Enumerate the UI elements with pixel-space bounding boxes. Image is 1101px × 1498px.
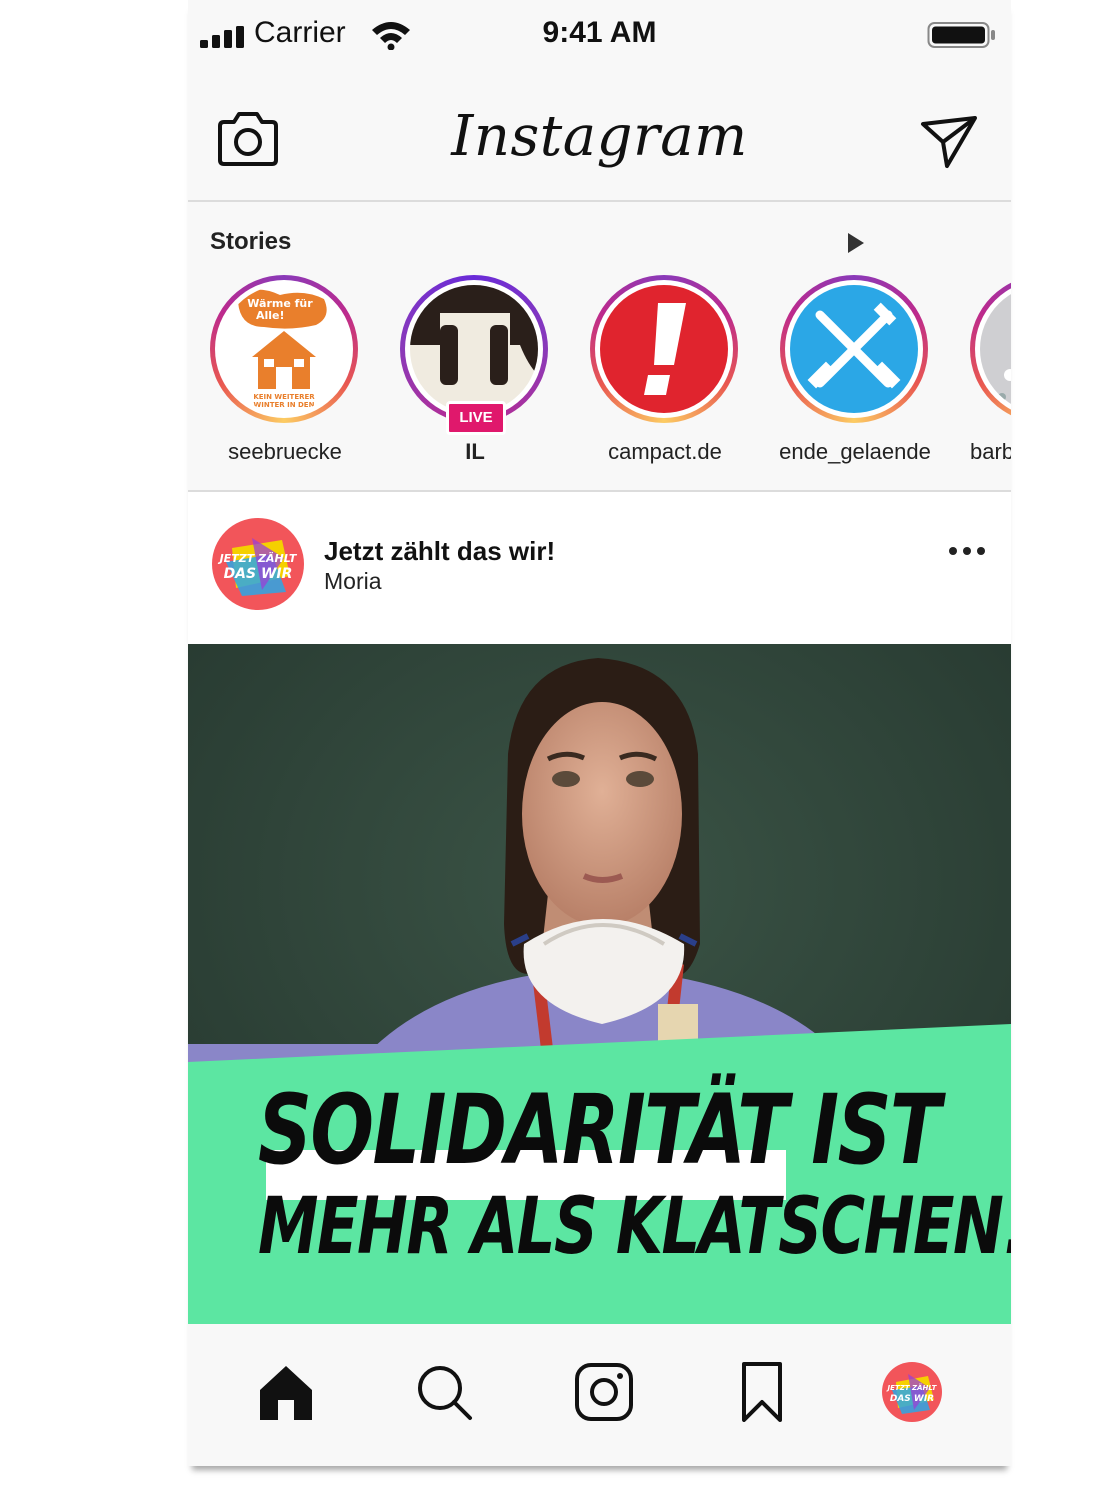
home-icon[interactable]: [256, 1362, 316, 1422]
avatar: [980, 285, 1011, 413]
more-options-icon[interactable]: [947, 544, 987, 558]
headline-line-2: MEHR ALS KLATSCHEN!: [258, 1182, 1011, 1272]
story-seebruecke[interactable]: Wärme für Alle! KEIN WEITERER WINTER IN …: [210, 275, 360, 464]
search-icon[interactable]: [414, 1362, 474, 1422]
svg-text:DAS WIR: DAS WIR: [224, 566, 293, 582]
story-ring: Wärme für Alle! KEIN WEITERER WINTER IN …: [210, 275, 358, 423]
status-bar: Carrier 9:41 AM: [188, 0, 1011, 70]
svg-text:KEIN WEITERER: KEIN WEITERER: [253, 393, 315, 401]
post-author-name[interactable]: Jetzt zählt das wir!: [324, 536, 555, 567]
stories-tray: Stories Wärme für Alle! KEIN WEITERER WI…: [188, 202, 1011, 492]
post-author-avatar[interactable]: JETZT ZÄHLT DAS WIR: [212, 518, 304, 610]
story-label: IL: [465, 439, 485, 464]
headline-line-1: SOLIDARITÄT IST: [258, 1074, 941, 1186]
top-nav: Instagram: [188, 70, 1011, 202]
avatar: [410, 285, 538, 413]
story-il[interactable]: LIVE IL: [400, 275, 550, 464]
profile-avatar[interactable]: JETZT ZÄHLT DAS WIR: [882, 1362, 942, 1422]
story-label: campact.de: [608, 439, 722, 464]
story-label: seebruecke: [228, 439, 342, 464]
story-campact[interactable]: campact.de: [590, 275, 740, 464]
story-ring: [780, 275, 928, 423]
bookmark-icon[interactable]: [732, 1362, 792, 1422]
direct-message-icon[interactable]: [919, 112, 979, 172]
avatar: [790, 285, 918, 413]
svg-text:DAS WIR: DAS WIR: [890, 1394, 934, 1404]
post-header: JETZT ZÄHLT DAS WIR Jetzt zählt das wir!…: [188, 492, 1011, 644]
story-ring: [970, 275, 1011, 423]
play-all-icon[interactable]: [846, 232, 866, 254]
svg-text:JETZT ZÄHLT: JETZT ZÄHLT: [886, 1383, 938, 1392]
svg-text:JETZT ZÄHLT: JETZT ZÄHLT: [218, 551, 298, 565]
instagram-logo: Instagram: [451, 104, 748, 169]
stories-title: Stories: [210, 228, 292, 255]
story-barb[interactable]: barb: [970, 275, 1011, 464]
svg-text:WINTER IN DEN: WINTER IN DEN: [254, 401, 315, 409]
story-ring: [590, 275, 738, 423]
post-location[interactable]: Moria: [324, 568, 382, 595]
story-ende-gelaende[interactable]: ende_gelaende: [779, 275, 931, 464]
clock: 9:41 AM: [542, 16, 657, 49]
camera-icon[interactable]: [574, 1362, 634, 1422]
story-label: barb: [970, 439, 1011, 464]
bottom-tab-bar: JETZT ZÄHLT DAS WIR: [188, 1324, 1011, 1466]
svg-text:Alle!: Alle!: [256, 309, 285, 322]
phone-frame: Carrier 9:41 AM Instagram Stories Wärme …: [188, 0, 1011, 1466]
post-headline: SOLIDARITÄT IST MEHR ALS KLATSCHEN!: [258, 1074, 1011, 1272]
battery-icon: [927, 22, 995, 48]
avatar: [600, 285, 728, 413]
avatar: Wärme für Alle! KEIN WEITERER WINTER IN …: [220, 285, 348, 413]
live-badge: LIVE: [446, 401, 506, 435]
story-label: ende_gelaende: [779, 439, 931, 464]
